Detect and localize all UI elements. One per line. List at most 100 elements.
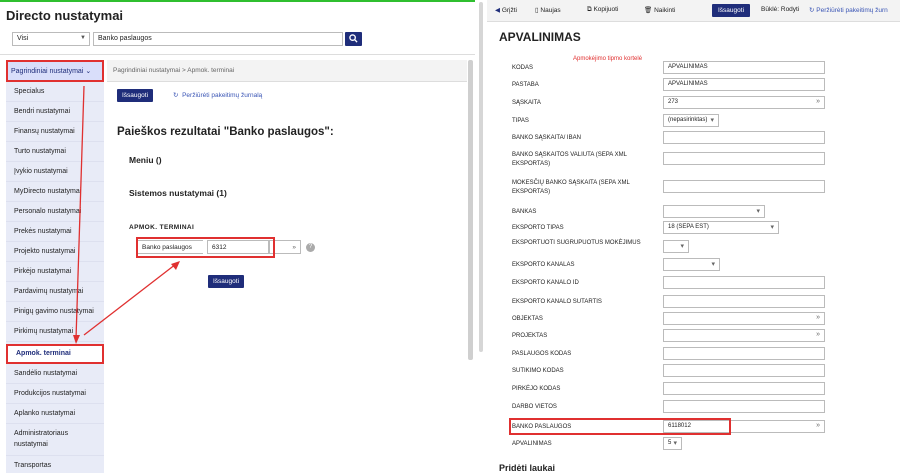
settings-content: Pagrindiniai nustatymai > Apmok. termina… bbox=[107, 60, 467, 473]
field-input[interactable] bbox=[663, 180, 825, 193]
document-icon: ▯ bbox=[535, 7, 539, 14]
sidebar-header[interactable]: Pagrindiniai nustatymai ⌄ bbox=[6, 60, 104, 82]
status-label: Būklė: Rodyti bbox=[761, 6, 800, 13]
sidebar-item-bendri[interactable]: Bendri nustatymai bbox=[6, 102, 104, 122]
field-label: MOKESČIŲ BANKO SĄSKAITA (SEPA XML EKSPOR… bbox=[512, 180, 630, 195]
field-label: BANKAS bbox=[512, 209, 537, 215]
field-label: EKSPORTO KANALAS bbox=[512, 262, 575, 268]
payment-term-card: ◀ Grįžti ▯ Naujas ⧉ Kopijuoti 🗑 Naikinti… bbox=[487, 0, 900, 473]
field-select[interactable]: ▾ bbox=[663, 205, 765, 218]
highlight-box bbox=[136, 237, 275, 258]
added-fields-heading: Pridėti laukai bbox=[499, 463, 556, 473]
sidebar-item-transportas[interactable]: Transportas bbox=[6, 456, 104, 473]
field-input[interactable] bbox=[663, 382, 825, 395]
view-history-label: Peržiūrėti pakeitimų žurnalą bbox=[182, 92, 263, 99]
field-input[interactable] bbox=[663, 364, 825, 377]
section-heading: APMOK. TERMINAI bbox=[129, 224, 195, 231]
field-label: EKSPORTO KANALO ID bbox=[512, 280, 579, 286]
back-button[interactable]: ◀ Grįžti bbox=[495, 6, 517, 14]
sidebar-item-administratoriaus[interactable]: Administratoriaus nustatymai bbox=[6, 424, 104, 456]
field-input[interactable] bbox=[663, 347, 825, 360]
sidebar-item-finansu[interactable]: Finansų nustatymai bbox=[6, 122, 104, 142]
save-button[interactable]: Išsaugoti bbox=[712, 4, 751, 17]
field-select[interactable]: ▾ bbox=[663, 258, 720, 271]
filter-select-value: Visi bbox=[17, 35, 29, 42]
field-value: 273 bbox=[668, 99, 679, 105]
filter-select[interactable]: Visi ▼ bbox=[12, 32, 90, 46]
copy-label: Kopijuoti bbox=[593, 6, 619, 13]
delete-button[interactable]: 🗑 Naikinti bbox=[644, 6, 675, 14]
sidebar-item-pirkejo[interactable]: Pirkėjo nustatymai bbox=[6, 262, 104, 282]
view-history-link[interactable]: ↻ Peržiūrėti pakeitimų žurnalą bbox=[173, 91, 262, 99]
chevron-down-icon: ▾ bbox=[680, 243, 684, 250]
sidebar-item-projekto[interactable]: Projekto nustatymai bbox=[6, 242, 104, 262]
field-select[interactable]: ▾ bbox=[663, 240, 689, 253]
divider bbox=[0, 54, 475, 55]
sidebar-item-pinigu-gavimo[interactable]: Pinigų gavimo nustatymai bbox=[6, 302, 104, 322]
field-input[interactable]: 273 » bbox=[663, 96, 825, 109]
trash-icon: 🗑 bbox=[644, 7, 653, 14]
chevron-down-icon: ▾ bbox=[711, 261, 715, 268]
breadcrumb: Pagrindiniai nustatymai > Apmok. termina… bbox=[107, 60, 467, 82]
sidebar-item-mydirecto[interactable]: MyDirecto nustatymai bbox=[6, 182, 104, 202]
field-value: 5 bbox=[668, 440, 672, 446]
copy-button[interactable]: ⧉ Kopijuoti bbox=[587, 6, 618, 14]
help-icon[interactable]: ? bbox=[306, 243, 315, 252]
field-select[interactable]: 18 (SEPA EST) ▾ bbox=[663, 221, 779, 234]
field-label: OBJEKTAS bbox=[512, 316, 543, 322]
back-icon: ◀ bbox=[495, 7, 500, 14]
history-icon: ↻ bbox=[173, 92, 179, 99]
field-label: BANKO SĄSKAITOS VALIUTA (SEPA XML EKSPOR… bbox=[512, 152, 627, 167]
sidebar-item-personalo[interactable]: Personalo nustatymai bbox=[6, 202, 104, 222]
field-label: SĄSKAITA bbox=[512, 100, 541, 106]
settings-window: Directo nustatymai Visi ▼ Banko paslaugos… bbox=[0, 0, 475, 473]
chevron-down-icon: ▼ bbox=[80, 35, 86, 41]
new-button[interactable]: ▯ Naujas bbox=[535, 6, 561, 14]
chevron-down-icon: ▾ bbox=[673, 440, 677, 447]
sidebar-header-label: Pagrindiniai nustatymai bbox=[11, 68, 84, 75]
save-button[interactable]: Išsaugoti bbox=[117, 89, 154, 102]
field-input[interactable] bbox=[663, 131, 825, 144]
sidebar-item-apmok-terminai[interactable]: Apmok. terminai bbox=[6, 344, 104, 364]
history-link[interactable]: ↻ Peržiūrėti pakeitimų žurn bbox=[809, 6, 888, 14]
settings-sidebar: Pagrindiniai nustatymai ⌄ Specialus Bend… bbox=[6, 60, 104, 473]
sidebar-item-pirkimu[interactable]: Pirkimų nustatymai bbox=[6, 322, 104, 342]
scrollbar[interactable] bbox=[468, 60, 473, 360]
highlight-box bbox=[509, 418, 731, 435]
sidebar-item-prekes[interactable]: Prekės nustatymai bbox=[6, 222, 104, 242]
chevron-down-icon: ⌄ bbox=[85, 68, 92, 75]
field-label: DARBO VIETOS bbox=[512, 404, 557, 410]
field-input[interactable] bbox=[663, 295, 825, 308]
annotation-note: Apmokėjimo tipmo kortelė bbox=[573, 56, 643, 62]
field-input[interactable] bbox=[663, 152, 825, 165]
field-input[interactable]: APVALINIMAS bbox=[663, 61, 825, 74]
new-label: Naujas bbox=[540, 7, 561, 14]
sidebar-item-turto[interactable]: Turto nustatymai bbox=[6, 142, 104, 162]
field-input[interactable]: » bbox=[663, 329, 825, 342]
double-chevron-icon: » bbox=[816, 422, 820, 429]
field-label: KODAS bbox=[512, 65, 534, 71]
search-input[interactable]: Banko paslaugos bbox=[93, 32, 343, 46]
splitter-scrollbar[interactable] bbox=[479, 2, 483, 352]
field-input[interactable] bbox=[663, 276, 825, 289]
field-select[interactable]: 5 ▾ bbox=[663, 437, 682, 450]
save-bottom-button[interactable]: Išsaugoti bbox=[208, 275, 245, 288]
field-input[interactable]: APVALINIMAS bbox=[663, 78, 825, 91]
field-select[interactable]: (nepasirinktas) ▾ bbox=[663, 114, 719, 127]
field-label: EKSPORTUOTI SUGRUPUOTUS MOKĖJIMUS bbox=[512, 240, 641, 246]
double-chevron-icon: » bbox=[816, 331, 820, 338]
sidebar-item-produkcijos[interactable]: Produkcijos nustatymai bbox=[6, 384, 104, 404]
field-input[interactable]: » bbox=[663, 312, 825, 325]
sidebar-item-aplanko[interactable]: Aplanko nustatymai bbox=[6, 404, 104, 424]
field-label: PASLAUGOS KODAS bbox=[512, 351, 572, 357]
sidebar-item-ivykio[interactable]: Įvykio nustatymai bbox=[6, 162, 104, 182]
field-input[interactable] bbox=[663, 400, 825, 413]
sidebar-item-sandelio[interactable]: Sandėlio nustatymai bbox=[6, 364, 104, 384]
sidebar-item-pardavimu[interactable]: Pardavimų nustatymai bbox=[6, 282, 104, 302]
field-label: TIPAS bbox=[512, 118, 529, 124]
app-title: Directo nustatymai bbox=[6, 8, 124, 23]
sidebar-item-specialus[interactable]: Specialus bbox=[6, 82, 104, 102]
chevron-down-icon: ▾ bbox=[756, 208, 760, 215]
field-value: 18 (SEPA EST) bbox=[668, 224, 709, 230]
search-button[interactable] bbox=[345, 32, 362, 46]
